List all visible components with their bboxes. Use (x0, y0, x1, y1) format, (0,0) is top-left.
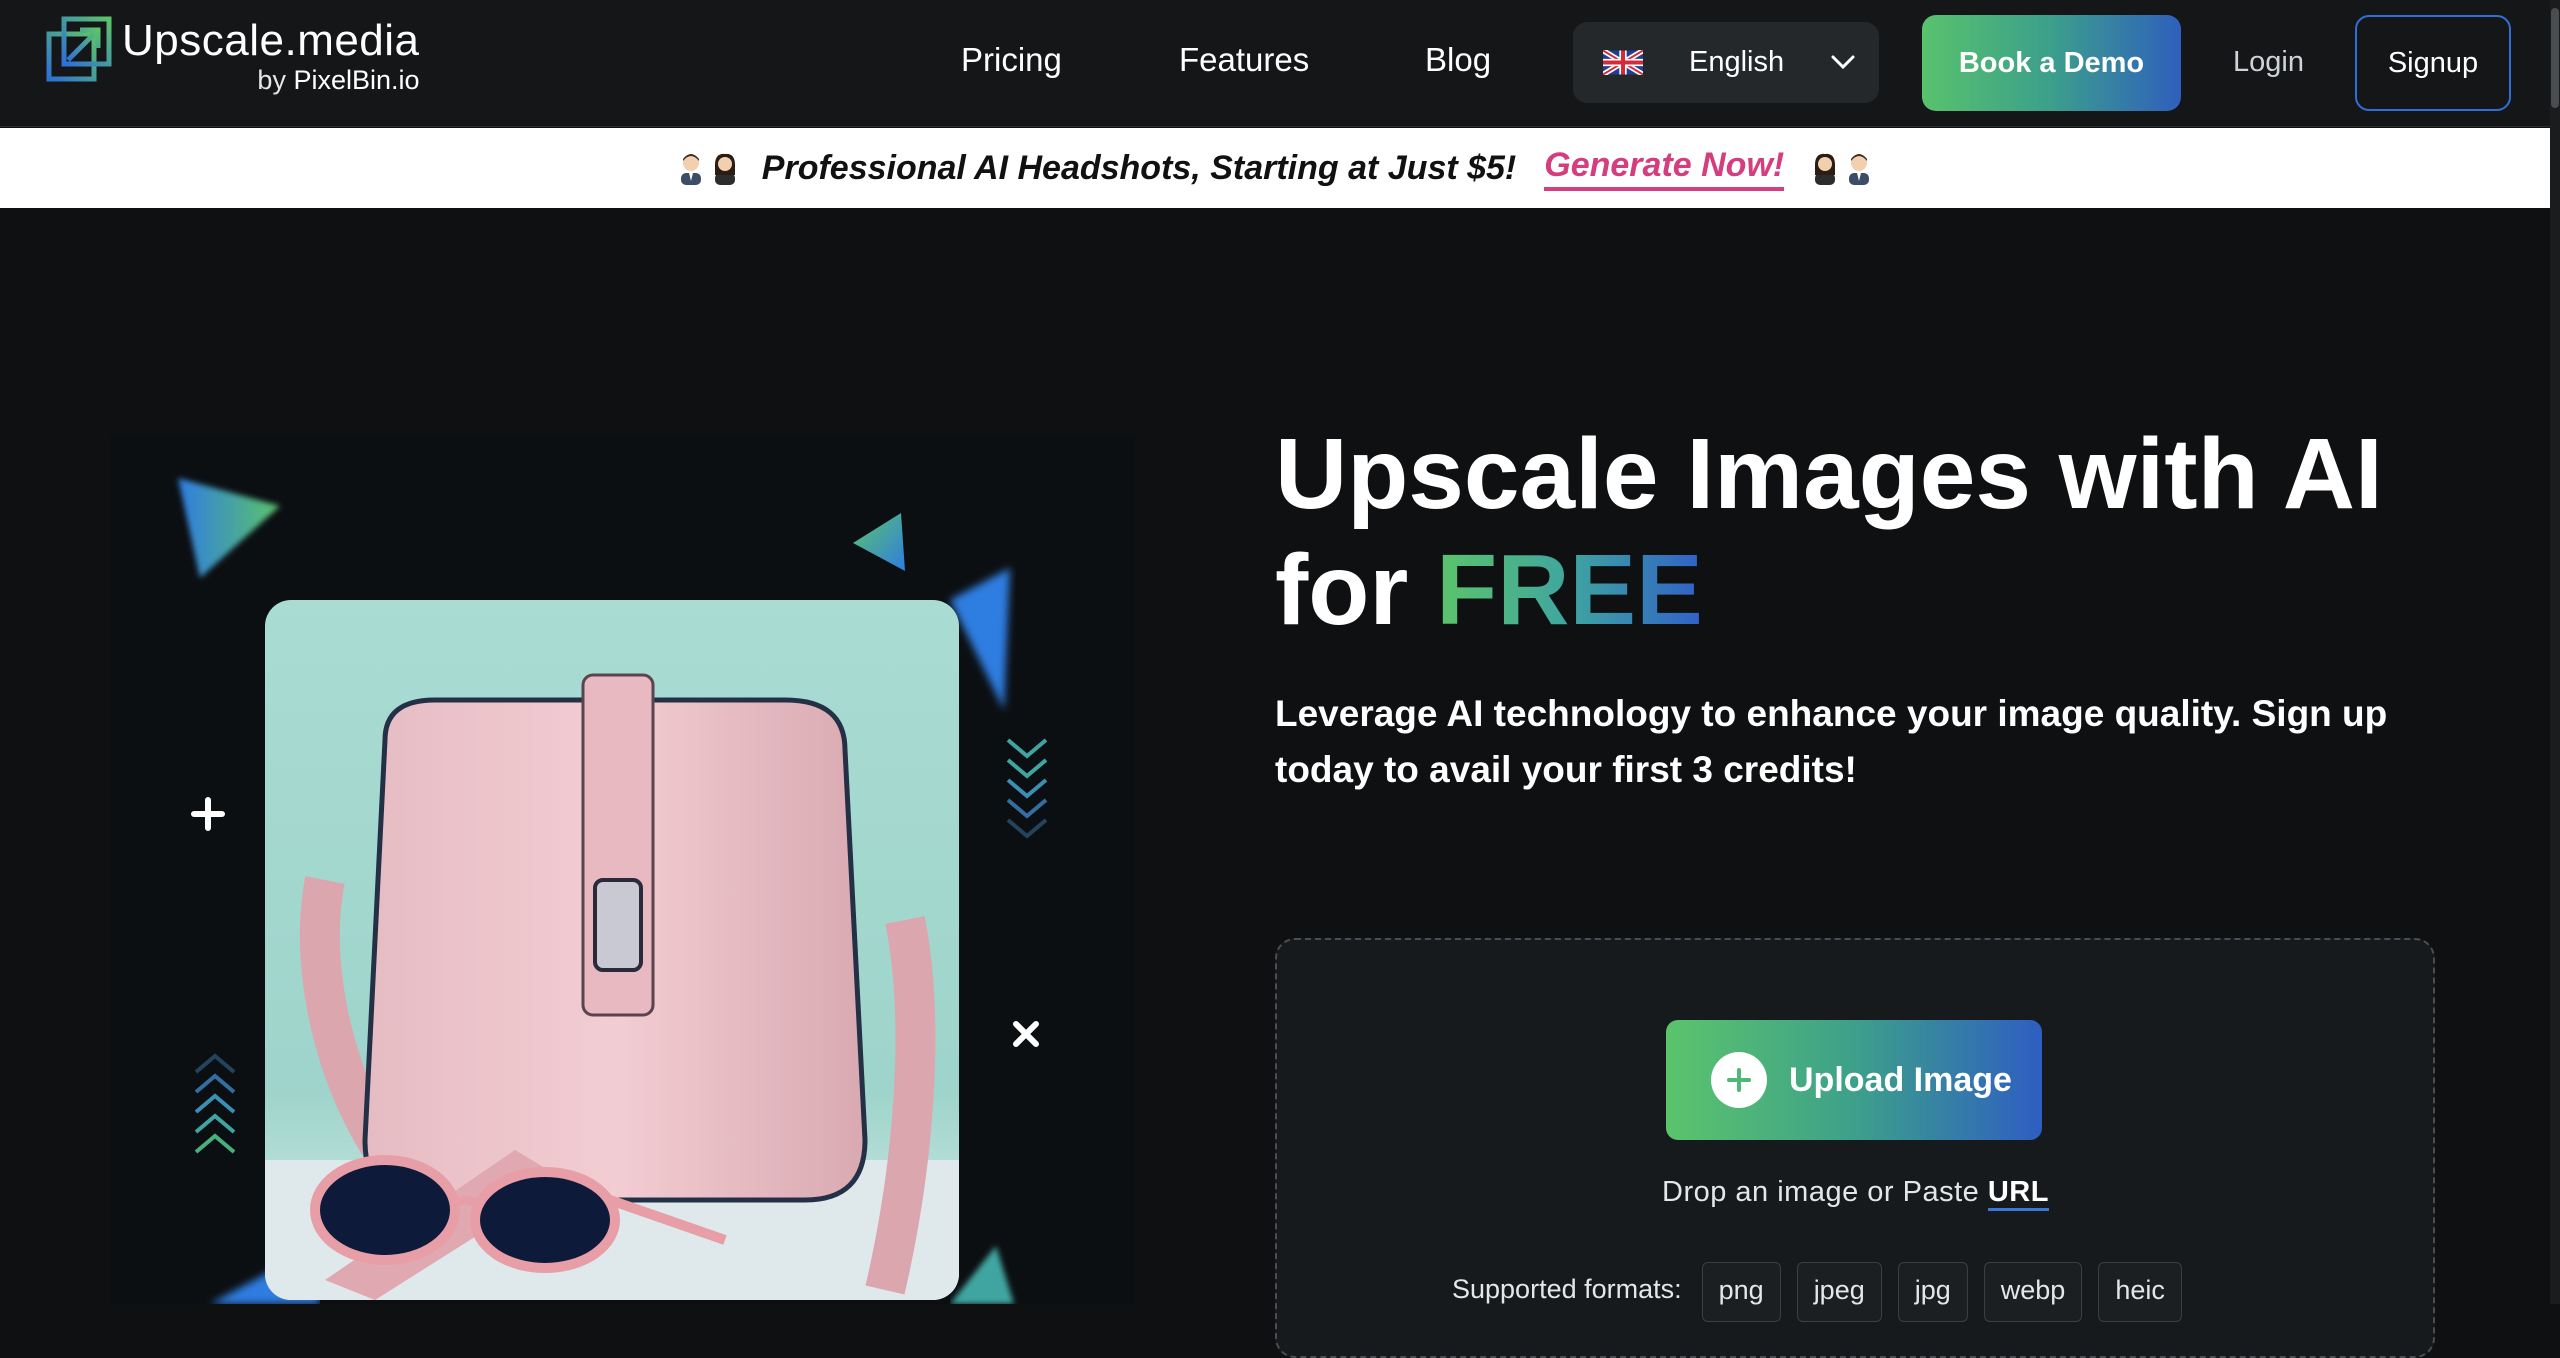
format-chip-webp: webp (1983, 1262, 2083, 1322)
hero-title: Upscale Images with AI for FREE (1275, 416, 2475, 648)
plus-circle-icon (1711, 1052, 1767, 1108)
brand-by-prefix: by (257, 65, 286, 95)
woman-office-worker-icon (1815, 153, 1836, 185)
brand-logo[interactable]: Upscale.media by PixelBin.io (46, 16, 420, 94)
drop-hint-text: Drop an image or Paste (1662, 1176, 1980, 1208)
cross-decoration-icon (1013, 1021, 1039, 1047)
scrollbar-thumb[interactable] (2551, 8, 2559, 108)
pink-handbag-illustration (265, 600, 959, 1300)
format-chip-png: png (1701, 1262, 1781, 1322)
nav-blog[interactable]: Blog (1425, 40, 1491, 80)
signup-button[interactable]: Signup (2355, 15, 2511, 111)
upscale-logo-icon (46, 16, 112, 82)
promo-banner: Professional AI Headshots, Starting at J… (0, 128, 2550, 208)
upload-image-label: Upload Image (1789, 1061, 2012, 1099)
language-label: English (1689, 46, 1785, 78)
book-demo-button[interactable]: Book a Demo (1922, 15, 2181, 111)
sample-product-image (265, 600, 959, 1300)
brand-by-name: PixelBin.io (293, 65, 420, 95)
brand-name: Upscale.media (122, 16, 420, 65)
login-link[interactable]: Login (2233, 44, 2304, 80)
people-emoji-right (1810, 151, 1874, 185)
man-office-worker-icon (1849, 154, 1870, 185)
format-chip-jpg: jpg (1897, 1262, 1968, 1322)
woman-office-worker-icon (714, 153, 735, 185)
hero-subtitle: Leverage AI technology to enhance your i… (1275, 693, 2388, 790)
small-triangle-decoration (853, 513, 905, 571)
plus-decoration-icon (191, 797, 225, 831)
blurred-triangle-decoration (178, 478, 280, 578)
format-chip-jpeg: jpeg (1796, 1262, 1882, 1322)
people-emoji-left (676, 151, 740, 185)
chevrons-down-decoration-icon (1006, 738, 1048, 839)
site-header: Upscale.media by PixelBin.io Pricing Fea… (0, 0, 2550, 127)
man-office-worker-icon (680, 154, 701, 185)
drop-hint: Drop an image or Paste URL (1662, 1174, 2049, 1211)
hero-title-free: FREE (1436, 534, 1703, 646)
chevrons-up-decoration-icon (194, 1053, 236, 1154)
generate-now-link[interactable]: Generate Now! (1544, 146, 1785, 191)
blurred-triangle-decoration (950, 1246, 1014, 1304)
nav-pricing[interactable]: Pricing (961, 40, 1062, 80)
brand-byline: by PixelBin.io (122, 65, 420, 95)
hero-title-line1: Upscale Images with AI (1275, 418, 2383, 530)
nav-features[interactable]: Features (1179, 40, 1309, 80)
format-chip-heic: heic (2098, 1262, 2182, 1322)
promo-text: Professional AI Headshots, Starting at J… (761, 148, 1517, 187)
upload-image-button[interactable]: Upload Image (1666, 1020, 2042, 1140)
supported-formats: Supported formats: png jpeg jpg webp hei… (1452, 1262, 2198, 1322)
chevron-down-icon (1831, 55, 1855, 70)
hero-title-for: for (1275, 534, 1409, 646)
scrollbar-track[interactable] (2550, 0, 2560, 1304)
language-selector[interactable]: English (1573, 22, 1879, 103)
paste-url-link[interactable]: URL (1987, 1176, 2049, 1211)
formats-label: Supported formats: (1452, 1274, 1682, 1304)
uk-flag-icon (1603, 50, 1643, 75)
